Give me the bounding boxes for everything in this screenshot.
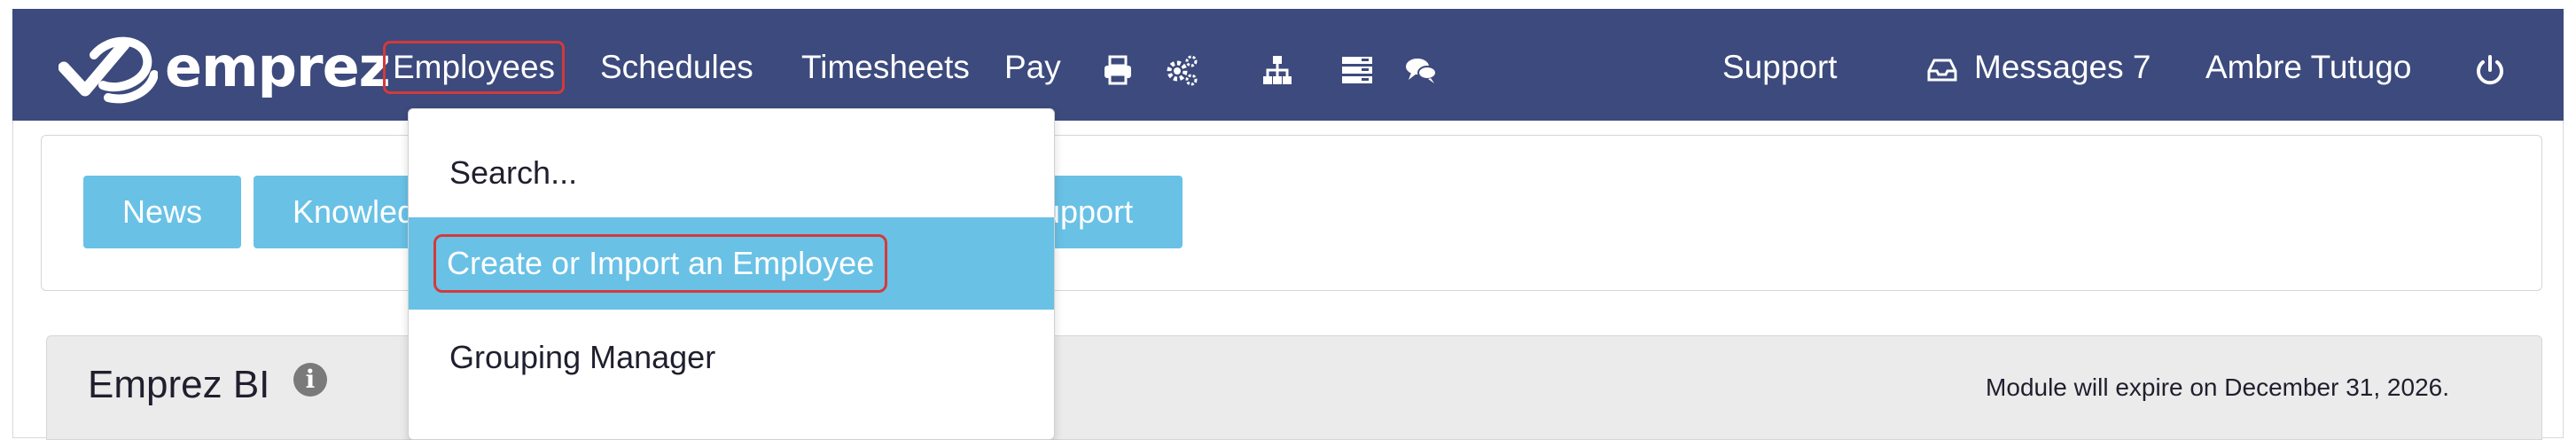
module-expiry-text: Module will expire on December 31, 2026. [1986,373,2449,401]
news-button[interactable]: News [83,176,241,248]
gears-icon[interactable] [1165,53,1198,87]
menu-item-search[interactable]: Search... [409,127,1054,219]
menu-item-create-import-label: Create or Import an Employee [433,234,888,293]
brand-logo[interactable]: emprez [59,28,391,105]
menu-item-grouping-manager[interactable]: Grouping Manager [409,311,1054,404]
knowledge-button[interactable]: Knowled [254,176,422,248]
nav-messages[interactable]: Messages 7 [1974,41,2151,94]
brand-name: emprez [165,34,391,99]
info-icon[interactable]: i [293,363,327,397]
inbox-icon[interactable] [1925,53,1959,87]
menu-item-create-import-employee[interactable]: Create or Import an Employee [409,217,1054,310]
top-navbar: emprez Employees Schedules Timesheets Pa… [12,9,2564,121]
power-icon[interactable] [2473,53,2507,87]
server-icon[interactable] [1340,53,1374,87]
org-chart-icon[interactable] [1261,53,1294,87]
bi-title: Emprez BI [88,363,270,406]
nav-pay[interactable]: Pay [1004,41,1061,94]
nav-user[interactable]: Ambre Tutugo [2205,41,2411,94]
chat-icon[interactable] [1404,53,1438,87]
employees-dropdown-menu: Search... Create or Import an Employee G… [408,108,1055,440]
nav-support[interactable]: Support [1722,41,1838,94]
nav-employees[interactable]: Employees [383,41,566,94]
support-button[interactable]: upport [1042,176,1183,248]
print-icon[interactable] [1101,53,1135,87]
nav-timesheets[interactable]: Timesheets [801,41,970,94]
emprez-logo-icon [59,36,158,104]
nav-schedules[interactable]: Schedules [600,41,753,94]
